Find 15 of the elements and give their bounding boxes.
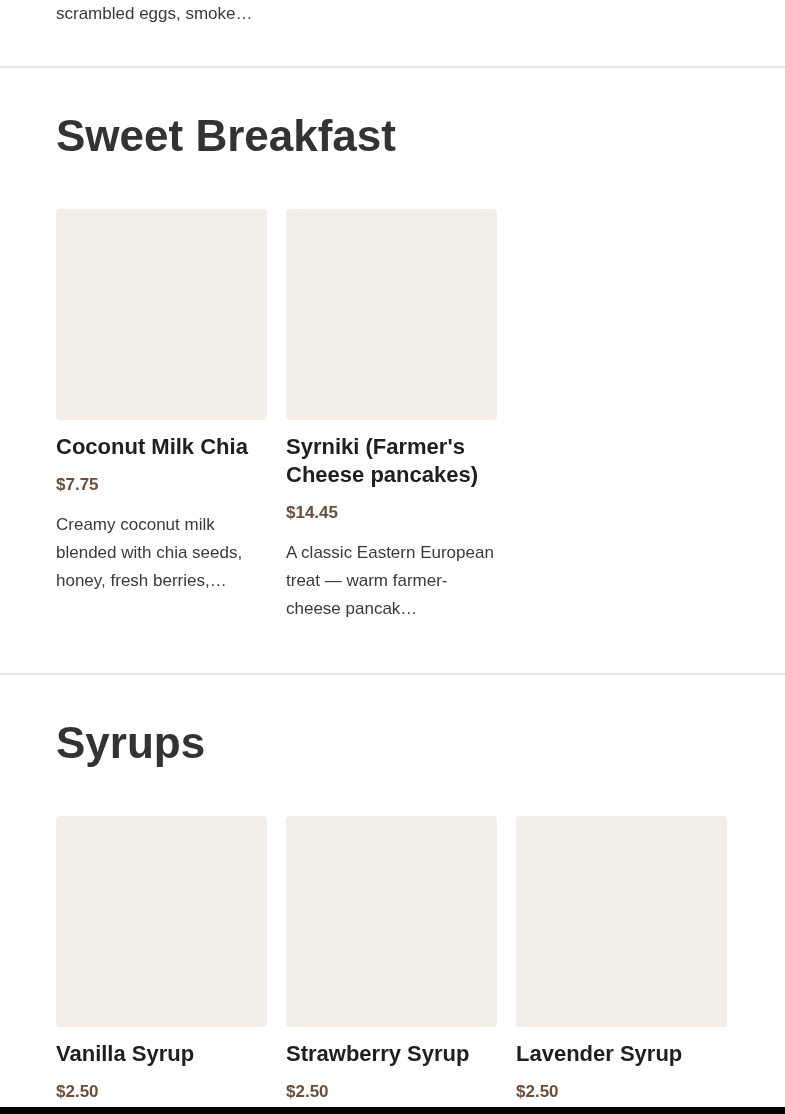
item-description: Creamy coconut milk blended with chia seeds, honey, fresh berries,…	[56, 514, 244, 592]
item-name: Syrniki (Farmer's Cheese pancakes)	[286, 433, 479, 489]
item-name: Vanilla Syrup	[56, 1040, 196, 1068]
item-name: Coconut Milk Chia	[56, 433, 249, 461]
item-description: scrambled eggs, smoke…	[56, 3, 254, 25]
item-price: $14.45	[286, 502, 339, 524]
item-name: Strawberry Syrup	[286, 1040, 471, 1068]
item-name: Lavender Syrup	[516, 1040, 684, 1068]
section-heading: Sweet Breakfast	[56, 110, 397, 162]
section-heading: Syrups	[56, 717, 207, 769]
item-description: A classic Eastern European treat — warm farmer-cheese pancak…	[286, 542, 495, 620]
item-price: $2.50	[516, 1081, 560, 1103]
item-price: $7.75	[56, 474, 100, 496]
item-price: $2.50	[56, 1081, 100, 1103]
item-price: $2.50	[286, 1081, 330, 1103]
